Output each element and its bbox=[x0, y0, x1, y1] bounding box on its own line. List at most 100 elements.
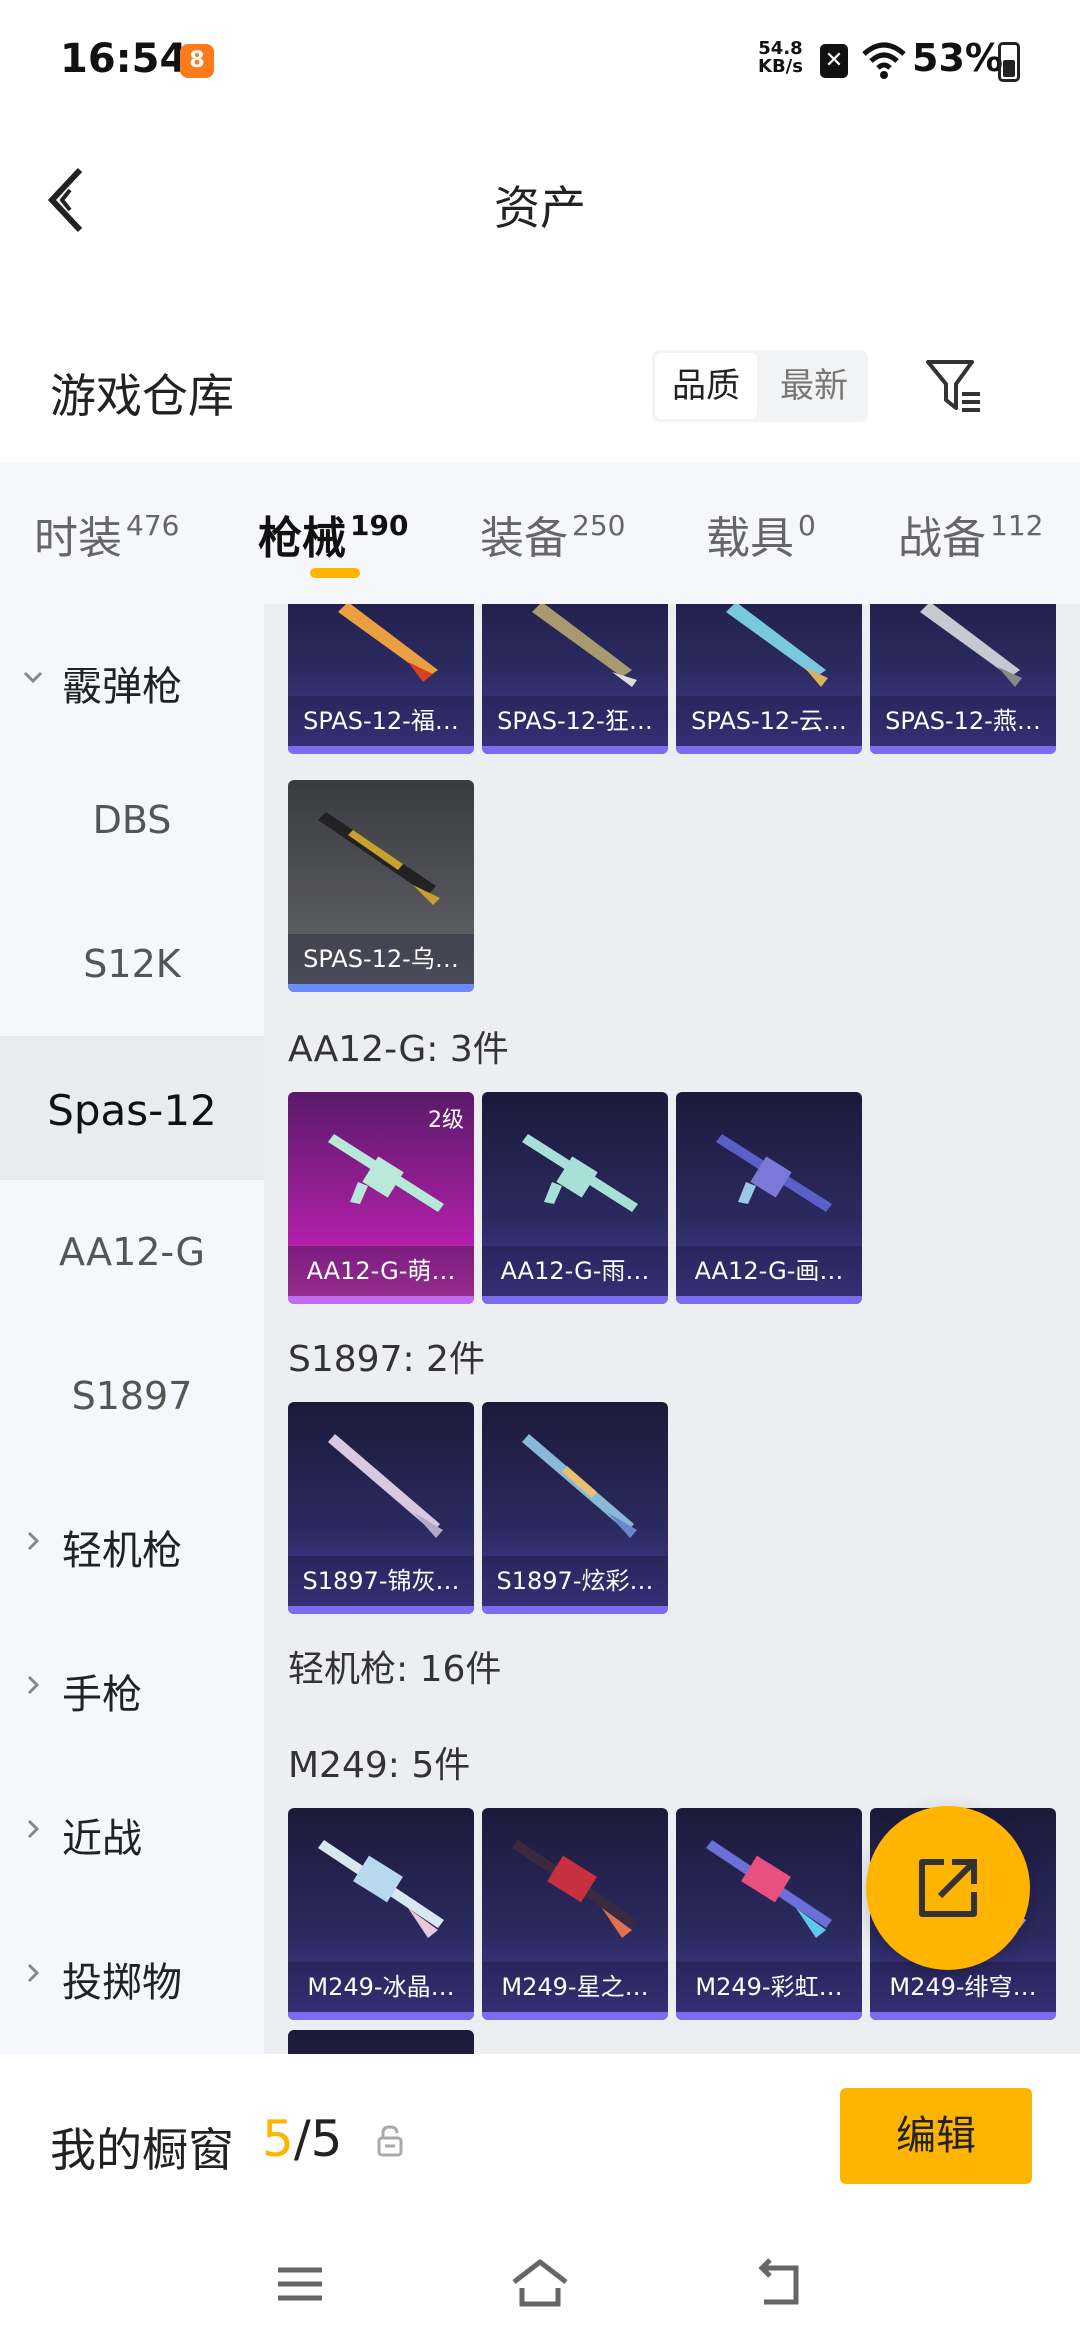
rarity-bar bbox=[482, 2012, 668, 2020]
sidebar-item-label: AA12-G bbox=[59, 1230, 205, 1274]
showcase-separator: / bbox=[293, 2110, 311, 2168]
rarity-bar bbox=[676, 1296, 862, 1304]
weapon-card-name: M249-星之… bbox=[482, 1962, 668, 2012]
sidebar-item-label: 手枪 bbox=[62, 1672, 142, 1718]
weapon-card[interactable]: 2级 AA12-G-萌… bbox=[288, 1092, 474, 1304]
sort-toggle: 品质 最新 bbox=[652, 350, 868, 422]
weapon-card[interactable]: SPAS-12-燕… bbox=[870, 604, 1056, 754]
sidebar-item-s12k[interactable]: S12K bbox=[0, 892, 264, 1036]
machine-gun-icon bbox=[318, 1840, 444, 1938]
weapon-card[interactable]: M249-彩虹… bbox=[676, 1808, 862, 2020]
sidebar-item-label: Spas-12 bbox=[47, 1086, 217, 1135]
weapon-card[interactable]: AA12-G-雨… bbox=[482, 1092, 668, 1304]
group-title: S1897: 2件 bbox=[288, 1339, 485, 1380]
back-icon[interactable] bbox=[750, 2254, 810, 2314]
network-speed: 54.8 KB/s bbox=[758, 40, 803, 76]
weapon-card[interactable]: S1897-锦灰… bbox=[288, 1402, 474, 1614]
rarity-bar bbox=[288, 2012, 474, 2020]
sidebar-item-shotgun[interactable]: 霰弹枪 bbox=[0, 604, 264, 748]
sidebar-item-melee[interactable]: 近战 bbox=[0, 1756, 264, 1900]
weapon-card-name: S1897-炫彩… bbox=[482, 1556, 668, 1606]
tab-vehicles[interactable]: 载具 0 bbox=[706, 502, 816, 566]
sort-quality-button[interactable]: 品质 bbox=[655, 353, 757, 419]
share-icon bbox=[919, 1859, 977, 1917]
chevron-right-icon bbox=[27, 1963, 40, 1983]
rarity-bar bbox=[288, 1606, 474, 1614]
weapon-card[interactable]: SPAS-12-狂… bbox=[482, 604, 668, 754]
rarity-bar bbox=[676, 746, 862, 754]
wifi-icon bbox=[862, 42, 906, 79]
showcase-count: 5/5 bbox=[262, 2110, 342, 2168]
sidebar-item-throwable[interactable]: 投掷物 bbox=[0, 1900, 264, 2044]
share-button[interactable] bbox=[866, 1806, 1030, 1970]
tab-count: 250 bbox=[572, 509, 626, 542]
network-speed-unit: KB/s bbox=[758, 56, 803, 77]
weapon-card-name: AA12-G-画… bbox=[676, 1246, 862, 1296]
weapon-card[interactable]: SPAS-12-云… bbox=[676, 604, 862, 754]
category-tabs: 时装 476 枪械 190 装备 250 载具 0 战备 112 bbox=[0, 462, 1080, 604]
weapon-card-name: AA12-G-雨… bbox=[482, 1246, 668, 1296]
weapon-card[interactable]: SPAS-12-福… bbox=[288, 604, 474, 754]
active-tab-indicator bbox=[310, 568, 360, 578]
weapon-card[interactable]: AA12-G-画… bbox=[676, 1092, 862, 1304]
sort-newest-button[interactable]: 最新 bbox=[763, 353, 865, 419]
rarity-bar bbox=[288, 746, 474, 754]
group-title: M249: 5件 bbox=[288, 1745, 471, 1786]
rarity-bar bbox=[482, 1606, 668, 1614]
machine-gun-icon bbox=[512, 1840, 638, 1938]
sidebar-item-spas12[interactable]: Spas-12 bbox=[0, 1036, 264, 1180]
shotgun-icon bbox=[532, 604, 637, 687]
chevron-down-icon bbox=[23, 671, 43, 684]
weapon-card[interactable]: M249-冰晶… bbox=[288, 1808, 474, 2020]
weapon-card[interactable]: M249-星之… bbox=[482, 1808, 668, 2020]
rarity-bar bbox=[870, 2012, 1056, 2020]
app-notification-icon: 8 bbox=[180, 44, 214, 78]
tab-label: 时装 bbox=[34, 513, 122, 564]
shotgun-icon bbox=[338, 604, 438, 682]
lock-icon bbox=[377, 2125, 403, 2157]
chevron-right-icon bbox=[27, 1531, 40, 1551]
menu-icon[interactable] bbox=[270, 2254, 330, 2314]
app-header: 资产 bbox=[0, 120, 1080, 280]
sidebar-item-label: S12K bbox=[83, 942, 181, 986]
chevron-right-icon bbox=[27, 1675, 40, 1695]
weapon-card[interactable]: SPAS-12-乌… bbox=[288, 780, 474, 992]
tab-firearms[interactable]: 枪械 190 bbox=[258, 502, 408, 566]
machine-gun-icon bbox=[706, 1840, 832, 1938]
status-time: 16:54 bbox=[60, 36, 188, 82]
weapon-card[interactable] bbox=[288, 2030, 474, 2054]
filter-icon[interactable] bbox=[924, 356, 984, 416]
rarity-bar bbox=[482, 746, 668, 754]
weapon-card-name: SPAS-12-燕… bbox=[870, 696, 1056, 746]
rarity-bar bbox=[288, 1296, 474, 1304]
rarity-bar bbox=[482, 1296, 668, 1304]
home-icon[interactable] bbox=[510, 2254, 570, 2314]
tab-equipment[interactable]: 装备 250 bbox=[480, 502, 625, 566]
status-bar: 16:54 8 54.8 KB/s ✕ 53% bbox=[0, 0, 1080, 120]
rarity-bar bbox=[288, 984, 474, 992]
weapon-card-name: SPAS-12-福… bbox=[288, 696, 474, 746]
weapon-card[interactable]: S1897-炫彩… bbox=[482, 1402, 668, 1614]
showcase-current: 5 bbox=[262, 2110, 294, 2168]
weapon-card-name: M249-冰晶… bbox=[288, 1962, 474, 2012]
tab-count: 190 bbox=[350, 509, 409, 542]
sidebar-item-pistol[interactable]: 手枪 bbox=[0, 1612, 264, 1756]
system-nav-bar bbox=[0, 2224, 1080, 2344]
weapon-sidebar: 霰弹枪 DBS S12K Spas-12 AA12-G S1897 轻机枪 手枪… bbox=[0, 604, 264, 2054]
tab-supplies[interactable]: 战备 112 bbox=[898, 502, 1043, 566]
showcase-bar: 我的橱窗 5/5 编辑 bbox=[0, 2054, 1080, 2224]
sim-off-icon: ✕ bbox=[820, 44, 848, 78]
tab-count: 112 bbox=[990, 509, 1044, 542]
rarity-bar bbox=[870, 746, 1056, 754]
sidebar-item-lmg[interactable]: 轻机枪 bbox=[0, 1468, 264, 1612]
edit-button[interactable]: 编辑 bbox=[840, 2088, 1032, 2184]
sidebar-item-s1897[interactable]: S1897 bbox=[0, 1324, 264, 1468]
sidebar-item-aa12g[interactable]: AA12-G bbox=[0, 1180, 264, 1324]
shotgun-icon bbox=[328, 1434, 443, 1538]
tab-count: 0 bbox=[798, 509, 816, 542]
shotgun-icon bbox=[318, 812, 440, 905]
sidebar-item-label: 投掷物 bbox=[62, 1960, 182, 2006]
tab-fashion[interactable]: 时装 476 bbox=[34, 502, 179, 566]
sidebar-item-dbs[interactable]: DBS bbox=[0, 748, 264, 892]
tab-label: 装备 bbox=[480, 513, 568, 564]
